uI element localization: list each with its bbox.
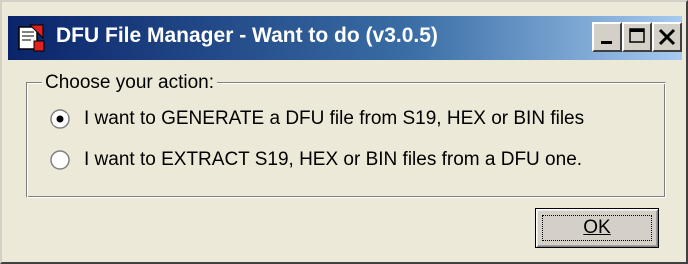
maximize-button[interactable] (622, 22, 652, 52)
radio-selected-icon[interactable] (50, 109, 70, 129)
dfu-file-manager-window: DFU File Manager - Want to do (v3.0.5) C… (0, 0, 688, 264)
dfu-app-icon (16, 23, 46, 53)
extract-option-label: I want to EXTRACT S19, HEX or BIN files … (84, 149, 583, 170)
group-legend: Choose your action: (42, 72, 217, 94)
close-button[interactable] (652, 22, 682, 52)
window-title: DFU File Manager - Want to do (v3.0.5) (56, 24, 438, 47)
minimize-icon (601, 41, 612, 44)
ok-button[interactable]: OK (535, 208, 659, 248)
extract-option[interactable]: I want to EXTRACT S19, HEX or BIN files … (50, 146, 582, 174)
minimize-button[interactable] (592, 22, 622, 52)
title-bar[interactable]: DFU File Manager - Want to do (v3.0.5) (8, 16, 682, 60)
radio-unselected-icon[interactable] (50, 150, 70, 170)
generate-option[interactable]: I want to GENERATE a DFU file from S19, … (50, 105, 584, 133)
generate-option-label: I want to GENERATE a DFU file from S19, … (84, 108, 585, 129)
ok-button-label: OK (583, 217, 611, 238)
action-group-box (26, 82, 666, 198)
maximize-icon (629, 28, 645, 43)
close-icon (658, 28, 676, 46)
